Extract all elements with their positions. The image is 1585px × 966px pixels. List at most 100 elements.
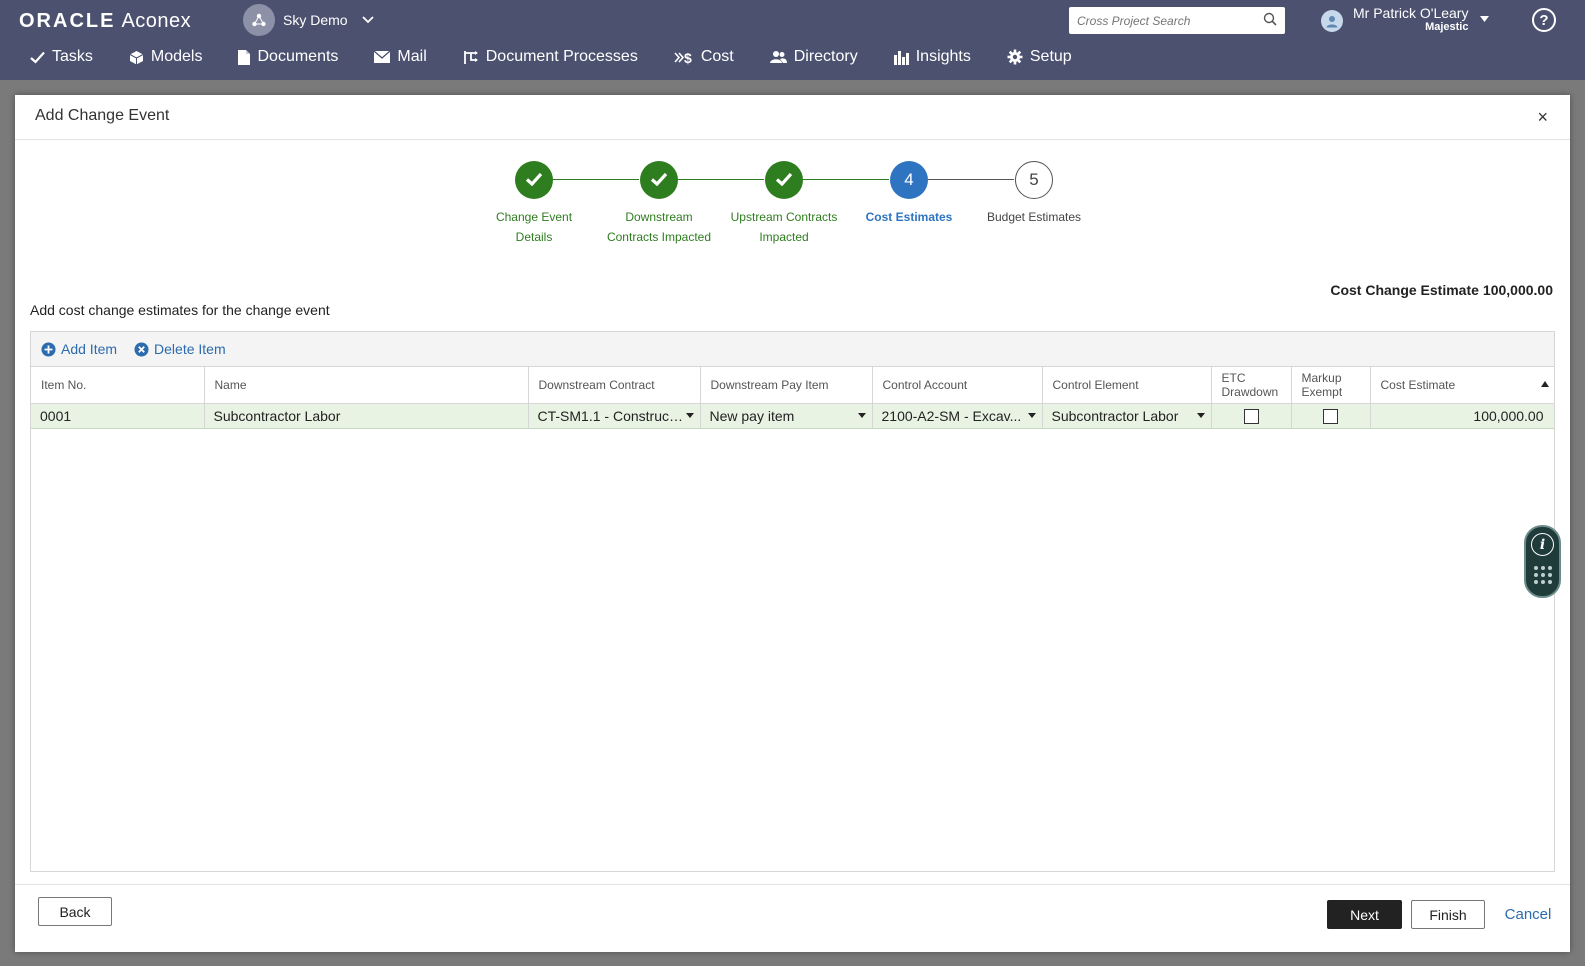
help-icon[interactable]: ?	[1532, 8, 1556, 32]
col-header-markup-exempt[interactable]: Markup Exempt	[1291, 367, 1371, 404]
check-icon	[650, 172, 668, 189]
header-line: Markup	[1301, 370, 1342, 385]
dropdown-caret-icon[interactable]	[857, 410, 866, 420]
table-row[interactable]: 0001 Subcontractor Labor CT-SM1.1 - Cons…	[31, 403, 1555, 429]
nav-directory[interactable]: Directory	[769, 48, 858, 66]
step-connector	[678, 179, 764, 180]
etc-drawdown-checkbox[interactable]	[1243, 408, 1259, 424]
search-input[interactable]	[1077, 13, 1263, 28]
dropdown-caret-icon[interactable]	[1196, 410, 1205, 420]
floating-help-widget[interactable]: i	[1524, 525, 1561, 598]
estimate-value: 100,000.00	[1482, 282, 1553, 298]
header-line: Drawdown	[1221, 384, 1279, 399]
instructions-text: Add cost change estimates for the change…	[30, 302, 330, 318]
project-avatar-icon	[243, 4, 275, 36]
cell-item-no[interactable]: 0001	[31, 403, 205, 429]
x-circle-icon	[134, 342, 149, 357]
nav-label: Documents	[257, 48, 339, 65]
add-item-label: Add Item	[61, 341, 118, 357]
svg-text:$: $	[684, 50, 692, 65]
step-label-line: Contracts Impacted	[606, 230, 712, 244]
project-switcher[interactable]: Sky Demo	[243, 4, 374, 36]
nav-document-processes[interactable]: Document Processes	[463, 48, 638, 66]
cell-cost-estimate[interactable]: 100,000.00	[1370, 403, 1555, 429]
people-icon	[769, 50, 787, 64]
col-header-downstream-pay-item[interactable]: Downstream Pay Item	[700, 367, 873, 404]
close-icon[interactable]: ×	[1537, 107, 1548, 128]
gear-icon	[1007, 49, 1023, 65]
finish-button[interactable]: Finish	[1411, 900, 1485, 929]
project-name: Sky Demo	[283, 12, 348, 28]
oracle-aconex-logo[interactable]: ORACLE Aconex	[19, 10, 191, 33]
cell-value: 2100-A2-SM - Excav...	[881, 407, 1022, 424]
step-4-label: Cost Estimates	[844, 207, 974, 227]
user-menu[interactable]: Mr Patrick O'Leary Majestic	[1321, 5, 1490, 34]
dropdown-caret-icon[interactable]	[1027, 410, 1036, 420]
step-4-current[interactable]: 4	[890, 161, 928, 199]
document-icon	[238, 49, 251, 65]
col-header-item-no[interactable]: Item No.	[31, 367, 205, 404]
user-organization: Majestic	[1425, 21, 1469, 34]
nav-label: Document Processes	[485, 48, 638, 65]
nav-documents[interactable]: Documents	[238, 48, 338, 66]
sort-asc-icon[interactable]	[1540, 378, 1549, 392]
cell-downstream-contract[interactable]: CT-SM1.1 - Construct...	[528, 403, 701, 429]
nav-setup[interactable]: Setup	[1007, 48, 1072, 66]
plus-circle-icon	[41, 342, 56, 357]
main-navigation: Tasks Models Documents Mail Document Pro…	[30, 44, 1108, 70]
cancel-button[interactable]: Cancel	[1493, 900, 1563, 929]
step-5-pending[interactable]: 5	[1015, 161, 1053, 199]
cell-control-account[interactable]: 2100-A2-SM - Excav...	[872, 403, 1043, 429]
cell-markup-exempt	[1291, 403, 1371, 429]
cell-downstream-pay-item[interactable]: New pay item	[700, 403, 873, 429]
nav-tasks[interactable]: Tasks	[30, 48, 93, 66]
back-button[interactable]: Back	[38, 897, 112, 926]
add-item-button[interactable]: Add Item	[41, 341, 117, 357]
cell-value: CT-SM1.1 - Construct...	[537, 407, 685, 424]
cell-control-element[interactable]: Subcontractor Labor	[1042, 403, 1212, 429]
col-header-cost-estimate[interactable]: Cost Estimate	[1370, 367, 1555, 404]
user-avatar-icon	[1321, 10, 1343, 32]
dialog-header: Add Change Event ×	[15, 95, 1570, 140]
nav-insights[interactable]: Insights	[893, 48, 971, 66]
user-name: Mr Patrick O'Leary	[1353, 5, 1469, 21]
delete-item-button[interactable]: Delete Item	[134, 341, 226, 357]
step-label-line: Details	[515, 230, 553, 244]
dropdown-caret-icon[interactable]	[685, 410, 694, 420]
col-header-control-account[interactable]: Control Account	[872, 367, 1043, 404]
nav-label: Directory	[793, 48, 858, 65]
grid-toolbar: Add Item Delete Item	[31, 332, 1554, 367]
user-info: Mr Patrick O'Leary Majestic	[1353, 5, 1469, 34]
step-2-complete[interactable]	[640, 161, 678, 199]
caret-down-icon[interactable]	[1480, 14, 1490, 25]
nav-label: Mail	[397, 48, 427, 65]
step-label-line: Change Event	[495, 210, 573, 224]
info-icon[interactable]: i	[1531, 533, 1554, 556]
step-1-complete[interactable]	[515, 161, 553, 199]
col-header-control-element[interactable]: Control Element	[1042, 367, 1212, 404]
nav-mail[interactable]: Mail	[374, 48, 427, 66]
step-1-label: Change Event Details	[469, 207, 599, 247]
markup-exempt-checkbox[interactable]	[1323, 408, 1338, 424]
cost-change-estimate: Cost Change Estimate 100,000.00	[1330, 282, 1553, 298]
nav-cost[interactable]: $ Cost	[674, 48, 734, 66]
step-label-line: Impacted	[759, 230, 809, 244]
cell-name[interactable]: Subcontractor Labor	[204, 403, 529, 429]
col-header-name[interactable]: Name	[204, 367, 529, 404]
nav-label: Cost	[700, 48, 734, 65]
table-header-row: Item No. Name Downstream Contract Downst…	[31, 367, 1555, 404]
apps-grid-icon[interactable]	[1533, 566, 1552, 584]
add-change-event-dialog: Add Change Event × 4 5 Change Event Deta…	[15, 95, 1570, 952]
search-icon[interactable]	[1263, 12, 1277, 29]
step-connector	[553, 179, 639, 180]
chevron-down-icon[interactable]	[361, 13, 374, 27]
col-header-downstream-contract[interactable]: Downstream Contract	[528, 367, 701, 404]
step-label-line: Cost Estimates	[865, 210, 953, 224]
nav-models[interactable]: Models	[129, 48, 202, 66]
cost-icon: $	[674, 50, 694, 65]
col-header-etc-drawdown[interactable]: ETC Drawdown	[1211, 367, 1292, 404]
step-3-complete[interactable]	[765, 161, 803, 199]
workflow-icon	[463, 50, 479, 65]
step-2-label: Downstream Contracts Impacted	[594, 207, 724, 247]
next-button[interactable]: Next	[1327, 900, 1402, 929]
